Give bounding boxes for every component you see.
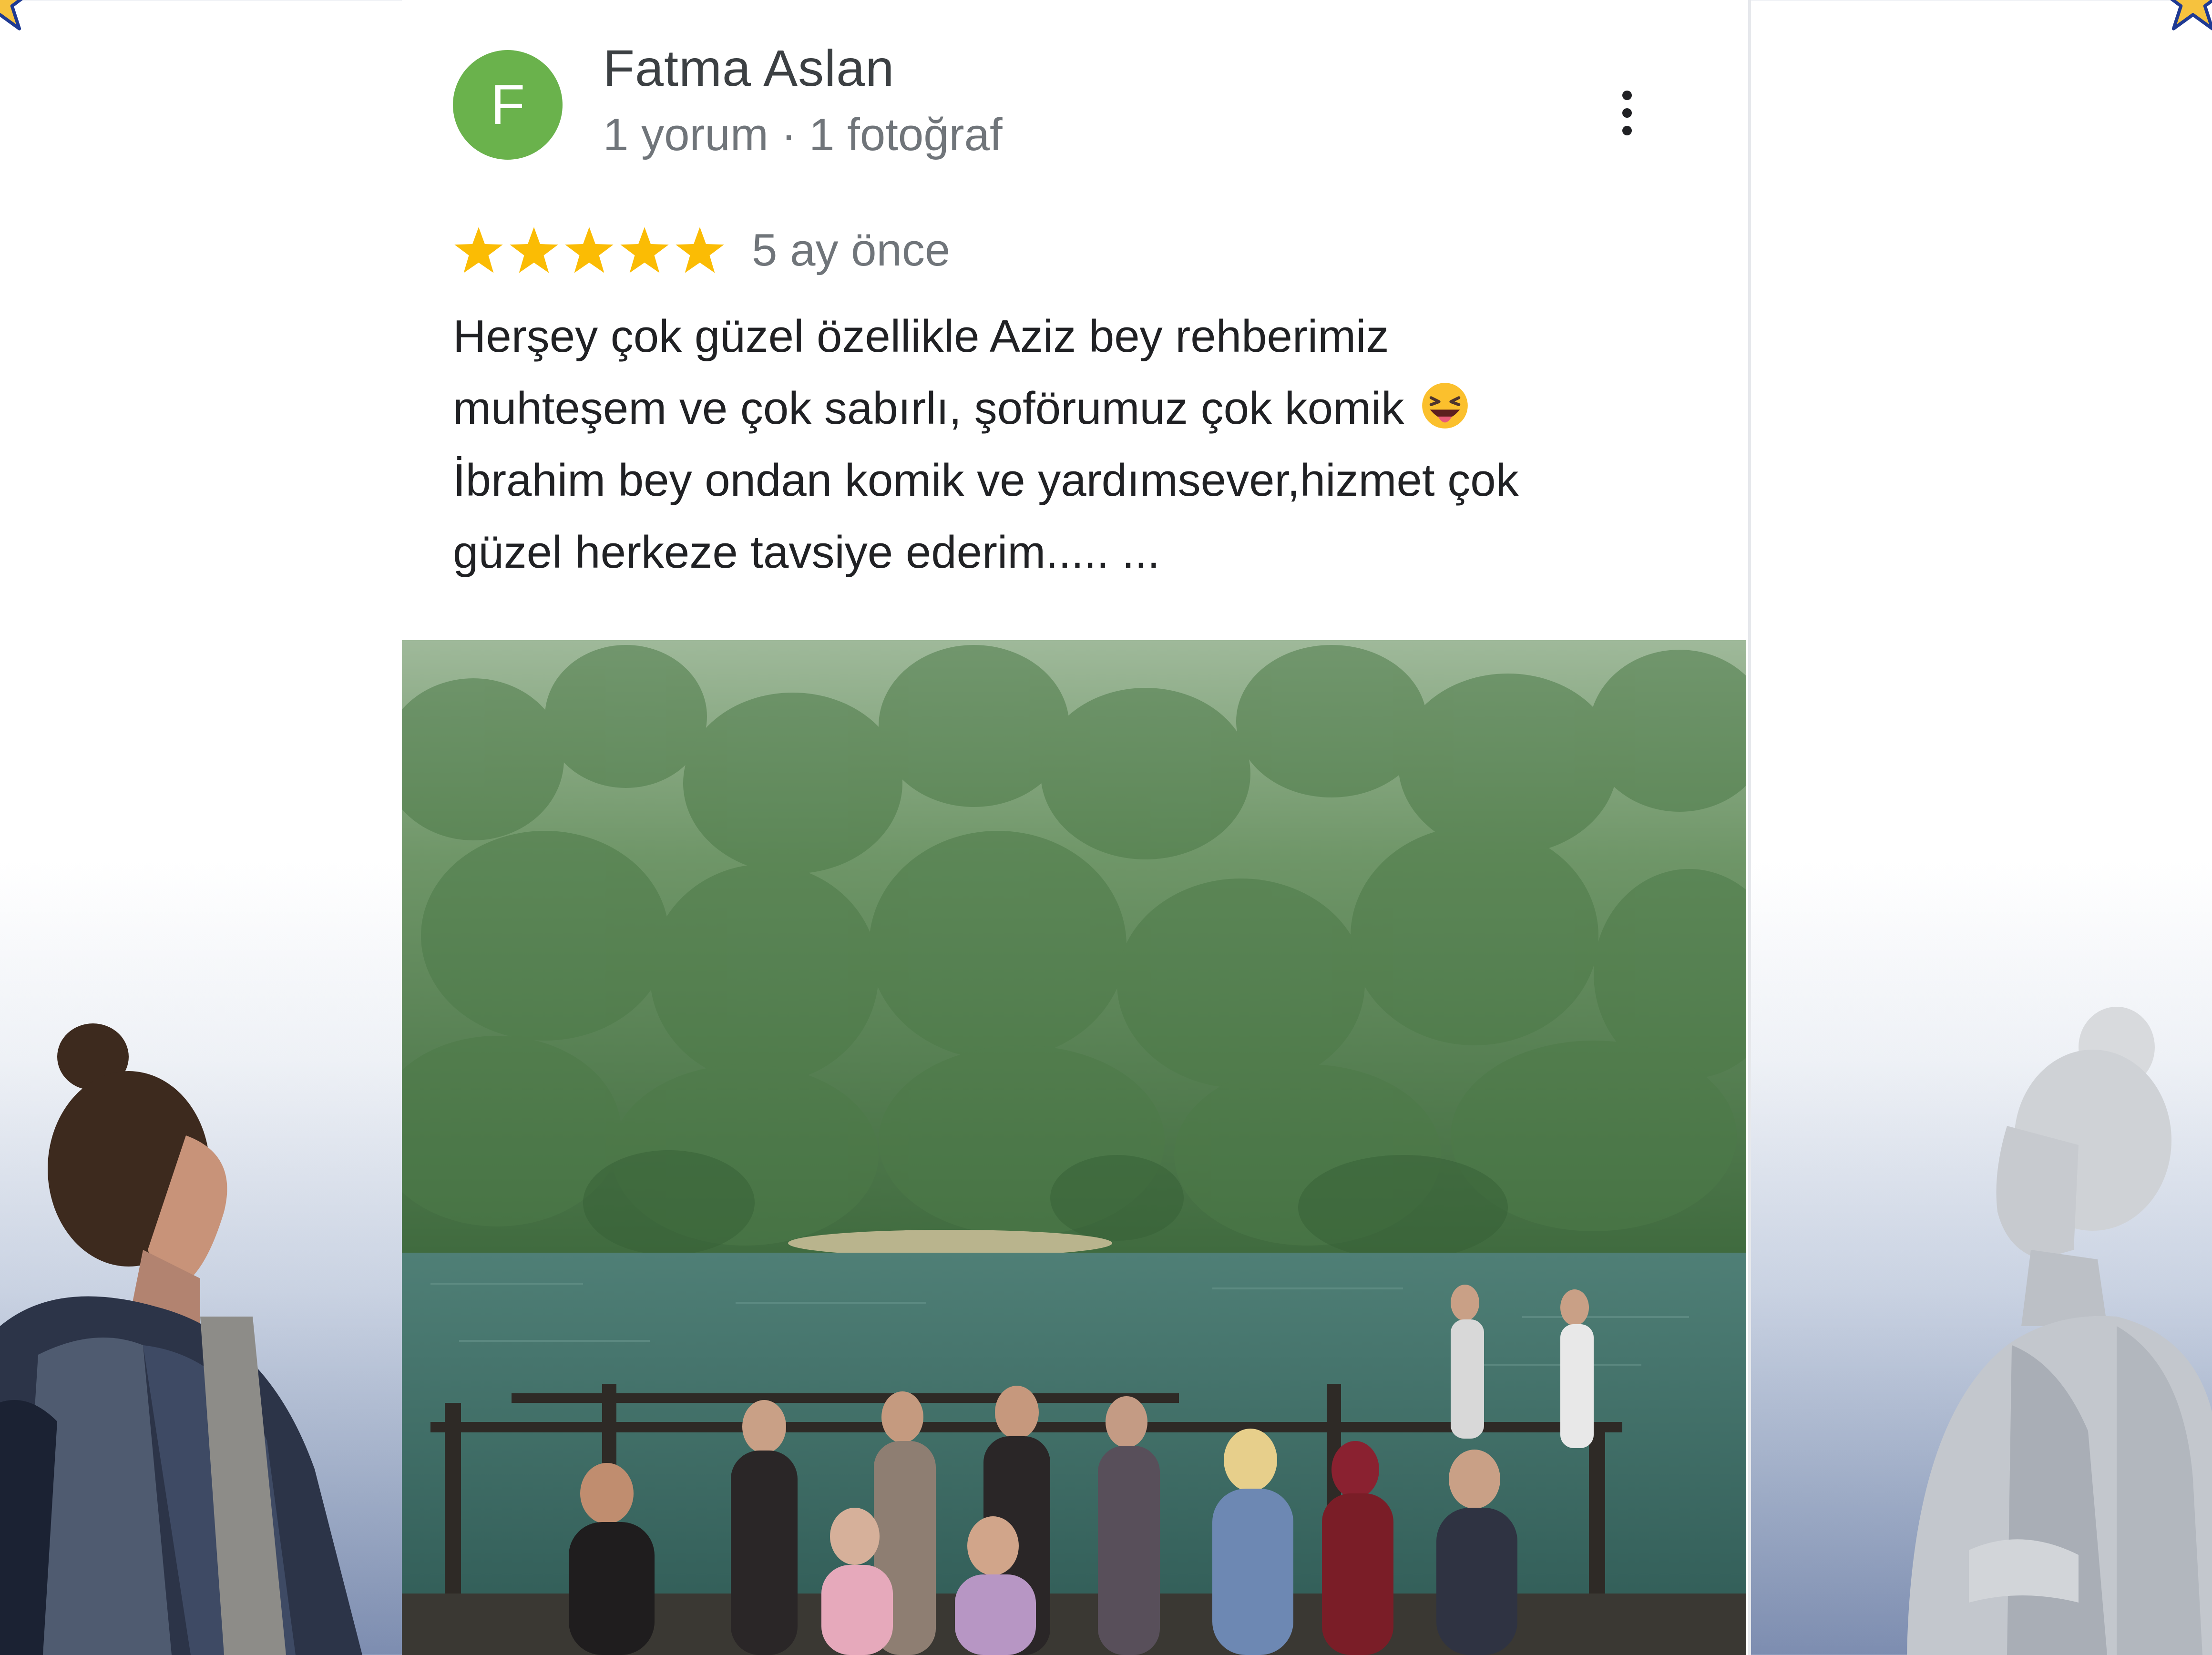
page: F Fatma Aslan 1 yorum · 1 fotoğraf 5 ay … (0, 0, 2212, 1655)
star-icon (565, 227, 614, 273)
star-icon (454, 227, 503, 273)
grinning-squinting-face-with-tongue-icon (1422, 383, 1468, 429)
review-author-meta: 1 yorum · 1 fotoğraf (603, 109, 1003, 160)
review-text-line-with-emoji: muhteşem ve çok sabırlı, şoförumuz çok k… (453, 372, 1635, 444)
review-text-line: muhteşem ve çok sabırlı, şoförumuz çok k… (453, 383, 1404, 434)
rating-row: 5 ay önce (453, 219, 950, 281)
more-vertical-icon[interactable] (1608, 87, 1646, 139)
review-author-name[interactable]: Fatma Aslan (603, 38, 894, 98)
star-icon (620, 227, 669, 273)
review-text-line: İbrahim bey ondan komik ve yardımsever,h… (453, 455, 1519, 506)
star-icon (510, 227, 558, 273)
review-text-line: güzel herkeze tavsiye ederim..... ... (453, 527, 1160, 578)
review-text-line: Herşey çok güzel özellikle Aziz bey rehb… (453, 311, 1389, 362)
statue-figure (1907, 1007, 2212, 1655)
review-date: 5 ay önce (752, 225, 951, 276)
tree-canopy (402, 645, 1746, 1246)
review-text: Herşey çok güzel özellikle Aziz bey rehb… (453, 300, 1635, 588)
avatar[interactable]: F (453, 50, 563, 160)
corner-star-left-icon (0, 0, 23, 31)
review-card: F Fatma Aslan 1 yorum · 1 fotoğraf 5 ay … (402, 0, 1751, 1655)
star-rating (453, 225, 726, 275)
man-with-bun-figure (0, 1023, 362, 1655)
review-photo[interactable] (402, 640, 1746, 1655)
star-icon (676, 227, 724, 273)
corner-star-right-icon (2170, 0, 2212, 31)
